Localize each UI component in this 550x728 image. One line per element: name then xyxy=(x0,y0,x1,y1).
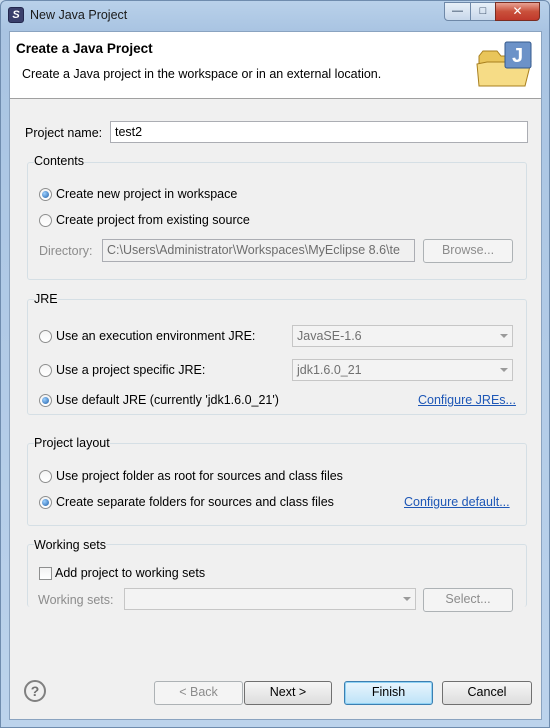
dialog-window: S New Java Project — □ ✕ Create a Java P… xyxy=(0,0,550,728)
select-working-sets-button[interactable]: Select... xyxy=(423,588,513,612)
project-layout-group xyxy=(27,443,527,526)
project-specific-jre-select[interactable]: jdk1.6.0_21 xyxy=(292,359,513,381)
separate-folders-label[interactable]: Create separate folders for sources and … xyxy=(56,495,334,509)
create-new-project-radio[interactable] xyxy=(39,188,52,201)
back-button[interactable]: < Back xyxy=(154,681,243,705)
working-sets-group-title: Working sets xyxy=(34,538,107,552)
configure-jres-link[interactable]: Configure JREs... xyxy=(418,393,516,407)
create-from-existing-label[interactable]: Create project from existing source xyxy=(56,213,250,227)
jre-group-title: JRE xyxy=(34,292,58,306)
maximize-button[interactable]: □ xyxy=(470,2,496,21)
default-jre-label[interactable]: Use default JRE (currently 'jdk1.6.0_21'… xyxy=(56,393,279,407)
title-bar[interactable]: S New Java Project — □ ✕ xyxy=(1,1,549,31)
close-button[interactable]: ✕ xyxy=(495,2,540,21)
browse-button[interactable]: Browse... xyxy=(423,239,513,263)
default-jre-radio[interactable] xyxy=(39,394,52,407)
create-new-project-label[interactable]: Create new project in workspace xyxy=(56,187,237,201)
execution-environment-jre-radio[interactable] xyxy=(39,330,52,343)
eclipse-icon: S xyxy=(8,7,24,23)
directory-input[interactable]: C:\Users\Administrator\Workspaces\MyEcli… xyxy=(102,239,415,262)
separate-folders-radio[interactable] xyxy=(39,496,52,509)
window-title: New Java Project xyxy=(30,8,128,22)
svg-text:J: J xyxy=(512,45,523,67)
chevron-down-icon xyxy=(500,368,508,372)
help-icon[interactable]: ? xyxy=(24,680,46,702)
execution-environment-jre-label[interactable]: Use an execution environment JRE: xyxy=(56,329,255,343)
dialog-client-area: Create a Java Project Create a Java proj… xyxy=(9,31,542,720)
working-sets-select[interactable] xyxy=(124,588,416,610)
chevron-down-icon xyxy=(403,597,411,601)
add-to-working-sets-label[interactable]: Add project to working sets xyxy=(55,566,205,580)
wizard-title: Create a Java Project xyxy=(16,41,153,56)
project-folder-root-label[interactable]: Use project folder as root for sources a… xyxy=(56,469,343,483)
cancel-button[interactable]: Cancel xyxy=(442,681,532,705)
wizard-description: Create a Java project in the workspace o… xyxy=(22,67,382,81)
contents-group-title: Contents xyxy=(34,154,85,168)
add-to-working-sets-checkbox[interactable] xyxy=(39,567,52,580)
project-specific-jre-value: jdk1.6.0_21 xyxy=(297,363,362,377)
project-layout-group-title: Project layout xyxy=(34,436,110,450)
configure-default-link[interactable]: Configure default... xyxy=(404,495,510,509)
project-name-label: Project name: xyxy=(25,126,103,140)
create-from-existing-radio[interactable] xyxy=(39,214,52,227)
finish-button[interactable]: Finish xyxy=(344,681,433,705)
project-specific-jre-label[interactable]: Use a project specific JRE: xyxy=(56,363,205,377)
chevron-down-icon xyxy=(500,334,508,338)
working-sets-label: Working sets: xyxy=(38,593,114,607)
execution-environment-value: JavaSE-1.6 xyxy=(297,329,362,343)
execution-environment-select[interactable]: JavaSE-1.6 xyxy=(292,325,513,347)
java-project-folder-icon: J xyxy=(476,41,532,87)
directory-label: Directory: xyxy=(39,244,93,258)
project-specific-jre-radio[interactable] xyxy=(39,364,52,377)
minimize-button[interactable]: — xyxy=(444,2,471,21)
wizard-header: Create a Java Project Create a Java proj… xyxy=(10,32,541,99)
project-name-input[interactable]: test2 xyxy=(110,121,528,143)
project-folder-root-radio[interactable] xyxy=(39,470,52,483)
next-button[interactable]: Next > xyxy=(244,681,332,705)
